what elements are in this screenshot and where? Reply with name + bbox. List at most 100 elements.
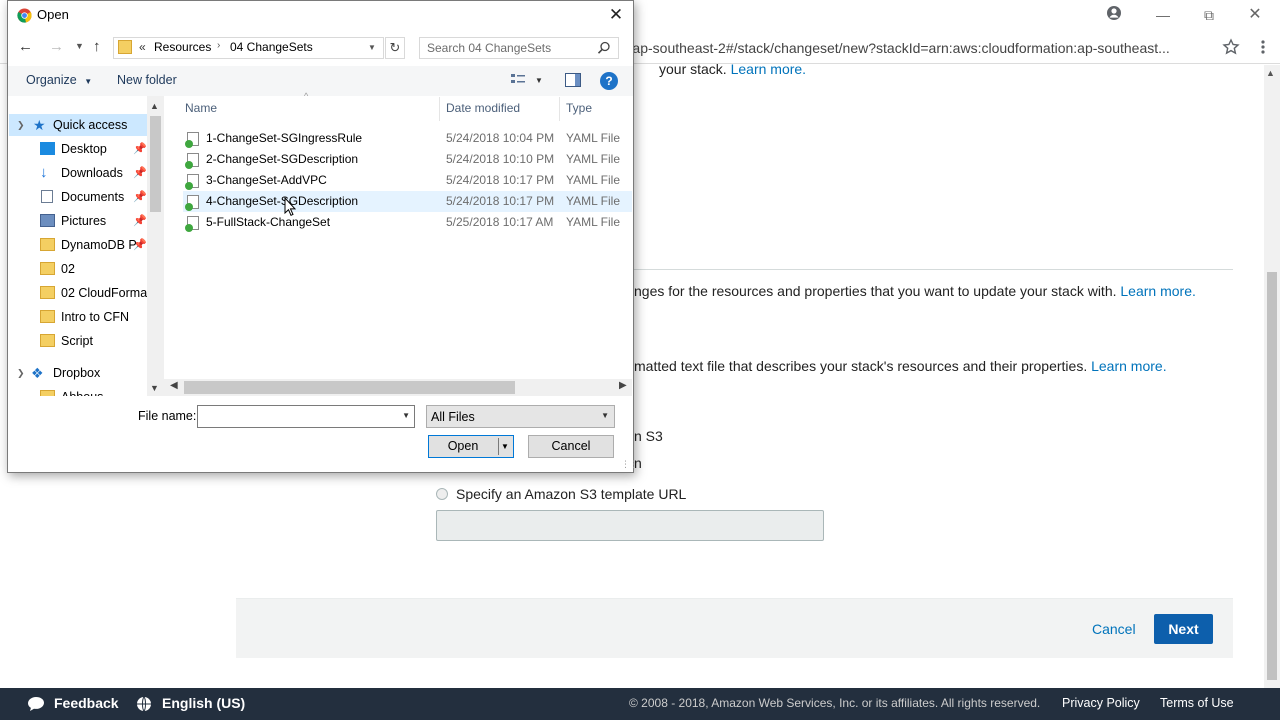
dialog-close-icon[interactable]: ✕ <box>600 2 632 28</box>
file-type: YAML File <box>566 131 621 145</box>
intro-learn-more-link[interactable]: Learn more. <box>731 61 806 77</box>
column-header-type[interactable]: Type <box>566 101 592 119</box>
chevron-down-icon[interactable]: ▼ <box>501 436 509 457</box>
option-s3-upload-label[interactable]: n S3 <box>634 428 663 444</box>
back-arrow-icon[interactable]: ← <box>18 38 33 55</box>
nav-item-02-cloudformation[interactable]: 02 CloudFormat <box>40 282 151 304</box>
restore-icon[interactable]: ⧉ <box>1186 0 1232 30</box>
file-row[interactable]: 2-ChangeSet-SGDescription 5/24/2018 10:1… <box>183 149 632 170</box>
nav-item-label: DynamoDB P <box>61 238 137 252</box>
nav-item-label: Abbous <box>61 386 103 396</box>
file-name-label: File name: <box>138 409 197 423</box>
view-options-chevron-icon[interactable]: ▼ <box>535 76 543 85</box>
changes-learn-more-link[interactable]: Learn more. <box>1120 283 1195 299</box>
file-row[interactable]: 1-ChangeSet-SGIngressRule 5/24/2018 10:0… <box>183 128 632 149</box>
chevron-down-icon: ▼ <box>601 411 609 420</box>
minimize-icon[interactable]: — <box>1140 0 1186 30</box>
recent-locations-chevron-icon[interactable]: ▼ <box>75 41 84 51</box>
file-row-hovered[interactable]: 4-ChangeSet-SGDescription 5/24/2018 10:1… <box>183 191 632 212</box>
organize-label: Organize <box>26 73 77 87</box>
help-icon[interactable]: ? <box>600 72 618 90</box>
nav-item-intro-to-cfn[interactable]: Intro to CFN <box>40 306 147 328</box>
breadcrumb-dropdown-icon[interactable]: ▼ <box>368 43 376 52</box>
expand-chevron-icon[interactable]: ❯ <box>17 362 25 384</box>
chrome-app-icon <box>17 8 32 23</box>
pin-icon: 📌 <box>133 143 147 155</box>
folder-icon <box>40 238 55 251</box>
view-options-icon[interactable] <box>510 72 526 86</box>
search-input[interactable]: Search 04 ChangeSets <box>419 37 619 59</box>
scroll-right-icon[interactable]: ▶ <box>619 380 627 391</box>
download-icon: ↓ <box>40 164 48 181</box>
privacy-policy-link[interactable]: Privacy Policy <box>1062 688 1140 718</box>
wizard-cancel-button[interactable]: Cancel <box>1092 621 1136 637</box>
close-icon[interactable]: ✕ <box>1232 0 1278 30</box>
wizard-action-bar <box>236 598 1233 658</box>
yaml-file-icon <box>185 132 199 148</box>
star-icon[interactable] <box>1222 38 1240 56</box>
s3-url-radio[interactable] <box>436 488 448 500</box>
globe-icon <box>136 696 152 715</box>
column-header-date[interactable]: Date modified <box>446 101 520 119</box>
file-name: 5-FullStack-ChangeSet <box>206 215 331 229</box>
hscroll-thumb[interactable] <box>184 381 515 394</box>
nav-item-dropbox[interactable]: ❯ ❖ Dropbox <box>17 362 147 384</box>
resize-grip-icon[interactable]: ⋮⋮ <box>621 459 638 470</box>
new-folder-button[interactable]: New folder <box>117 73 177 87</box>
terms-of-use-link[interactable]: Terms of Use <box>1160 688 1234 718</box>
forward-arrow-icon[interactable]: → <box>49 38 64 55</box>
nav-item-documents[interactable]: Documents 📌 <box>40 186 147 208</box>
column-header-name[interactable]: Name <box>185 101 217 119</box>
page-scroll-thumb[interactable] <box>1267 272 1277 680</box>
nav-item-script[interactable]: Script <box>40 330 147 352</box>
file-name-input[interactable]: ▼ <box>197 405 415 428</box>
file-row[interactable]: 5-FullStack-ChangeSet 5/25/2018 10:17 AM… <box>183 212 632 233</box>
expand-chevron-icon[interactable]: ❯ <box>17 114 25 136</box>
account-circle-icon[interactable] <box>1106 5 1122 21</box>
url-field[interactable]: egion=ap-southeast-2#/stack/changeset/ne… <box>590 36 1218 60</box>
template-learn-more-link[interactable]: Learn more. <box>1091 358 1166 374</box>
nav-item-abbous[interactable]: Abbous <box>40 386 147 396</box>
nav-scroll-thumb[interactable] <box>150 116 161 212</box>
pin-icon: 📌 <box>133 191 147 203</box>
desktop-icon <box>40 142 55 155</box>
language-selector[interactable]: English (US) <box>162 688 245 718</box>
scroll-up-icon[interactable]: ▲ <box>1266 68 1275 78</box>
folder-icon <box>118 40 132 54</box>
organize-menu[interactable]: Organize ▼ <box>26 73 92 87</box>
nav-item-label: Downloads <box>61 166 123 180</box>
wizard-next-button[interactable]: Next <box>1154 614 1213 644</box>
search-icon <box>597 41 611 55</box>
file-name: 2-ChangeSet-SGDescription <box>206 152 359 166</box>
nav-item-dynamodb[interactable]: DynamoDB P 📌 <box>40 234 147 256</box>
s3-url-option-label[interactable]: Specify an Amazon S3 template URL <box>456 486 686 502</box>
dialog-cancel-button[interactable]: Cancel <box>528 435 614 458</box>
intro-tail: your stack. <box>659 61 727 77</box>
s3-url-input[interactable] <box>436 510 824 541</box>
chevron-down-icon[interactable]: ▼ <box>402 411 410 420</box>
refresh-icon[interactable]: ↻ <box>385 37 405 59</box>
breadcrumb-part[interactable]: 04 ChangeSets <box>230 40 313 54</box>
nav-item-02[interactable]: 02 <box>40 258 147 280</box>
section-divider <box>634 269 1233 270</box>
feedback-link[interactable]: Feedback <box>54 688 119 718</box>
changes-text: nges for the resources and properties th… <box>634 283 1117 299</box>
open-button[interactable]: Open ▼ <box>428 435 514 458</box>
scroll-down-icon[interactable]: ▼ <box>150 383 159 393</box>
nav-item-downloads[interactable]: ↓ Downloads 📌 <box>40 162 147 184</box>
breadcrumb-separator-icon: › <box>217 40 221 51</box>
file-type-select[interactable]: All Files ▼ <box>426 405 615 428</box>
nav-item-pictures[interactable]: Pictures 📌 <box>40 210 147 232</box>
scroll-left-icon[interactable]: ◀ <box>170 380 178 391</box>
nav-item-quick-access[interactable]: ❯ ★ Quick access <box>17 114 147 136</box>
up-arrow-icon[interactable]: ↑ <box>93 38 101 55</box>
kebab-menu-icon[interactable] <box>1258 38 1268 56</box>
nav-item-desktop[interactable]: Desktop 📌 <box>40 138 147 160</box>
preview-pane-icon[interactable] <box>565 73 581 87</box>
file-type-value: All Files <box>431 410 475 424</box>
breadcrumb-part[interactable]: Resources <box>154 40 211 54</box>
scroll-up-icon[interactable]: ▲ <box>150 101 159 111</box>
breadcrumb-overflow[interactable]: « <box>139 40 146 54</box>
file-row[interactable]: 3-ChangeSet-AddVPC 5/24/2018 10:17 PM YA… <box>183 170 632 191</box>
file-type: YAML File <box>566 173 621 187</box>
